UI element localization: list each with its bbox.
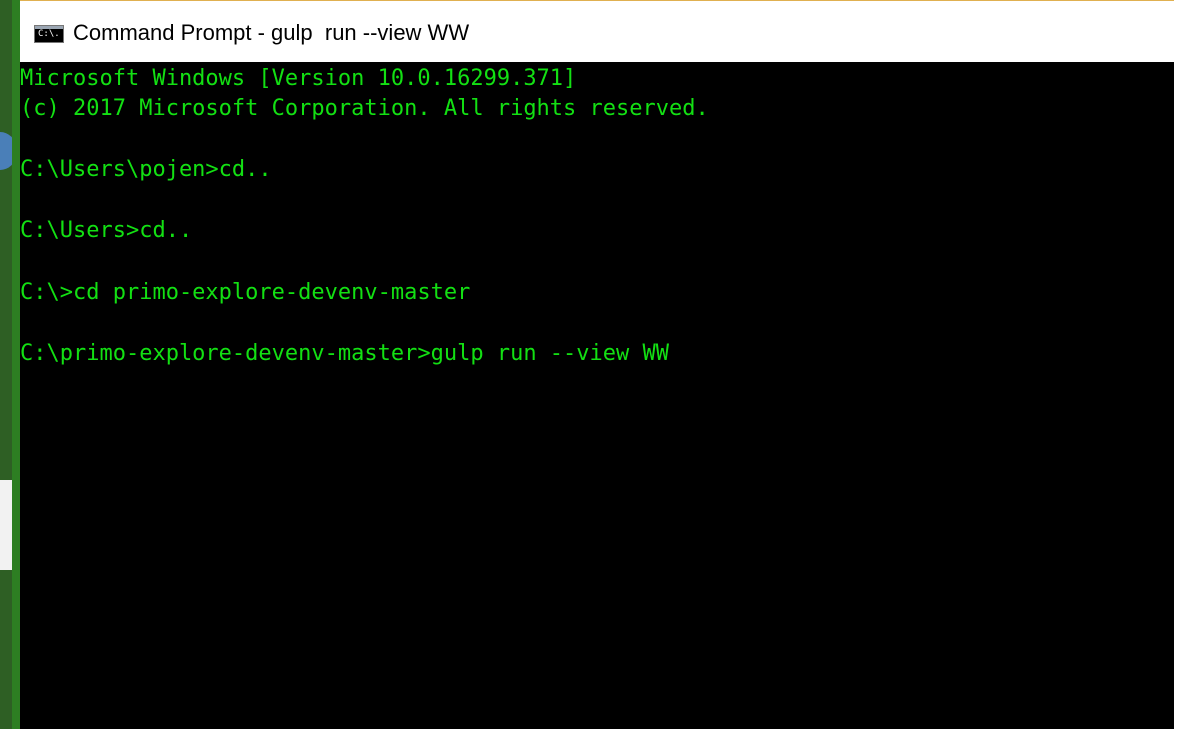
console-line: C:\primo-explore-devenv-master>gulp run … <box>20 341 670 366</box>
console-line: (c) 2017 Microsoft Corporation. All righ… <box>20 96 709 121</box>
console-line: C:\Users\pojen>cd.. <box>20 157 272 182</box>
background-window <box>0 0 16 729</box>
command-prompt-window[interactable]: C:\. Command Prompt - gulp run --view WW… <box>12 0 1182 729</box>
background-app-panel <box>0 480 12 570</box>
title-bar[interactable]: C:\. Command Prompt - gulp run --view WW <box>20 0 1182 62</box>
desktop-edge <box>1174 0 1182 729</box>
screen: C:\. Command Prompt - gulp run --view WW… <box>0 0 1182 729</box>
cmd-icon[interactable]: C:\. <box>34 25 64 43</box>
cmd-icon-label: C:\. <box>38 29 60 39</box>
console-line: C:\>cd primo-explore-devenv-master <box>20 280 471 305</box>
console-line: Microsoft Windows [Version 10.0.16299.37… <box>20 66 577 91</box>
console-line: C:\Users>cd.. <box>20 218 193 243</box>
console-output[interactable]: Microsoft Windows [Version 10.0.16299.37… <box>20 62 1174 729</box>
window-title: Command Prompt - gulp run --view WW <box>73 20 470 45</box>
